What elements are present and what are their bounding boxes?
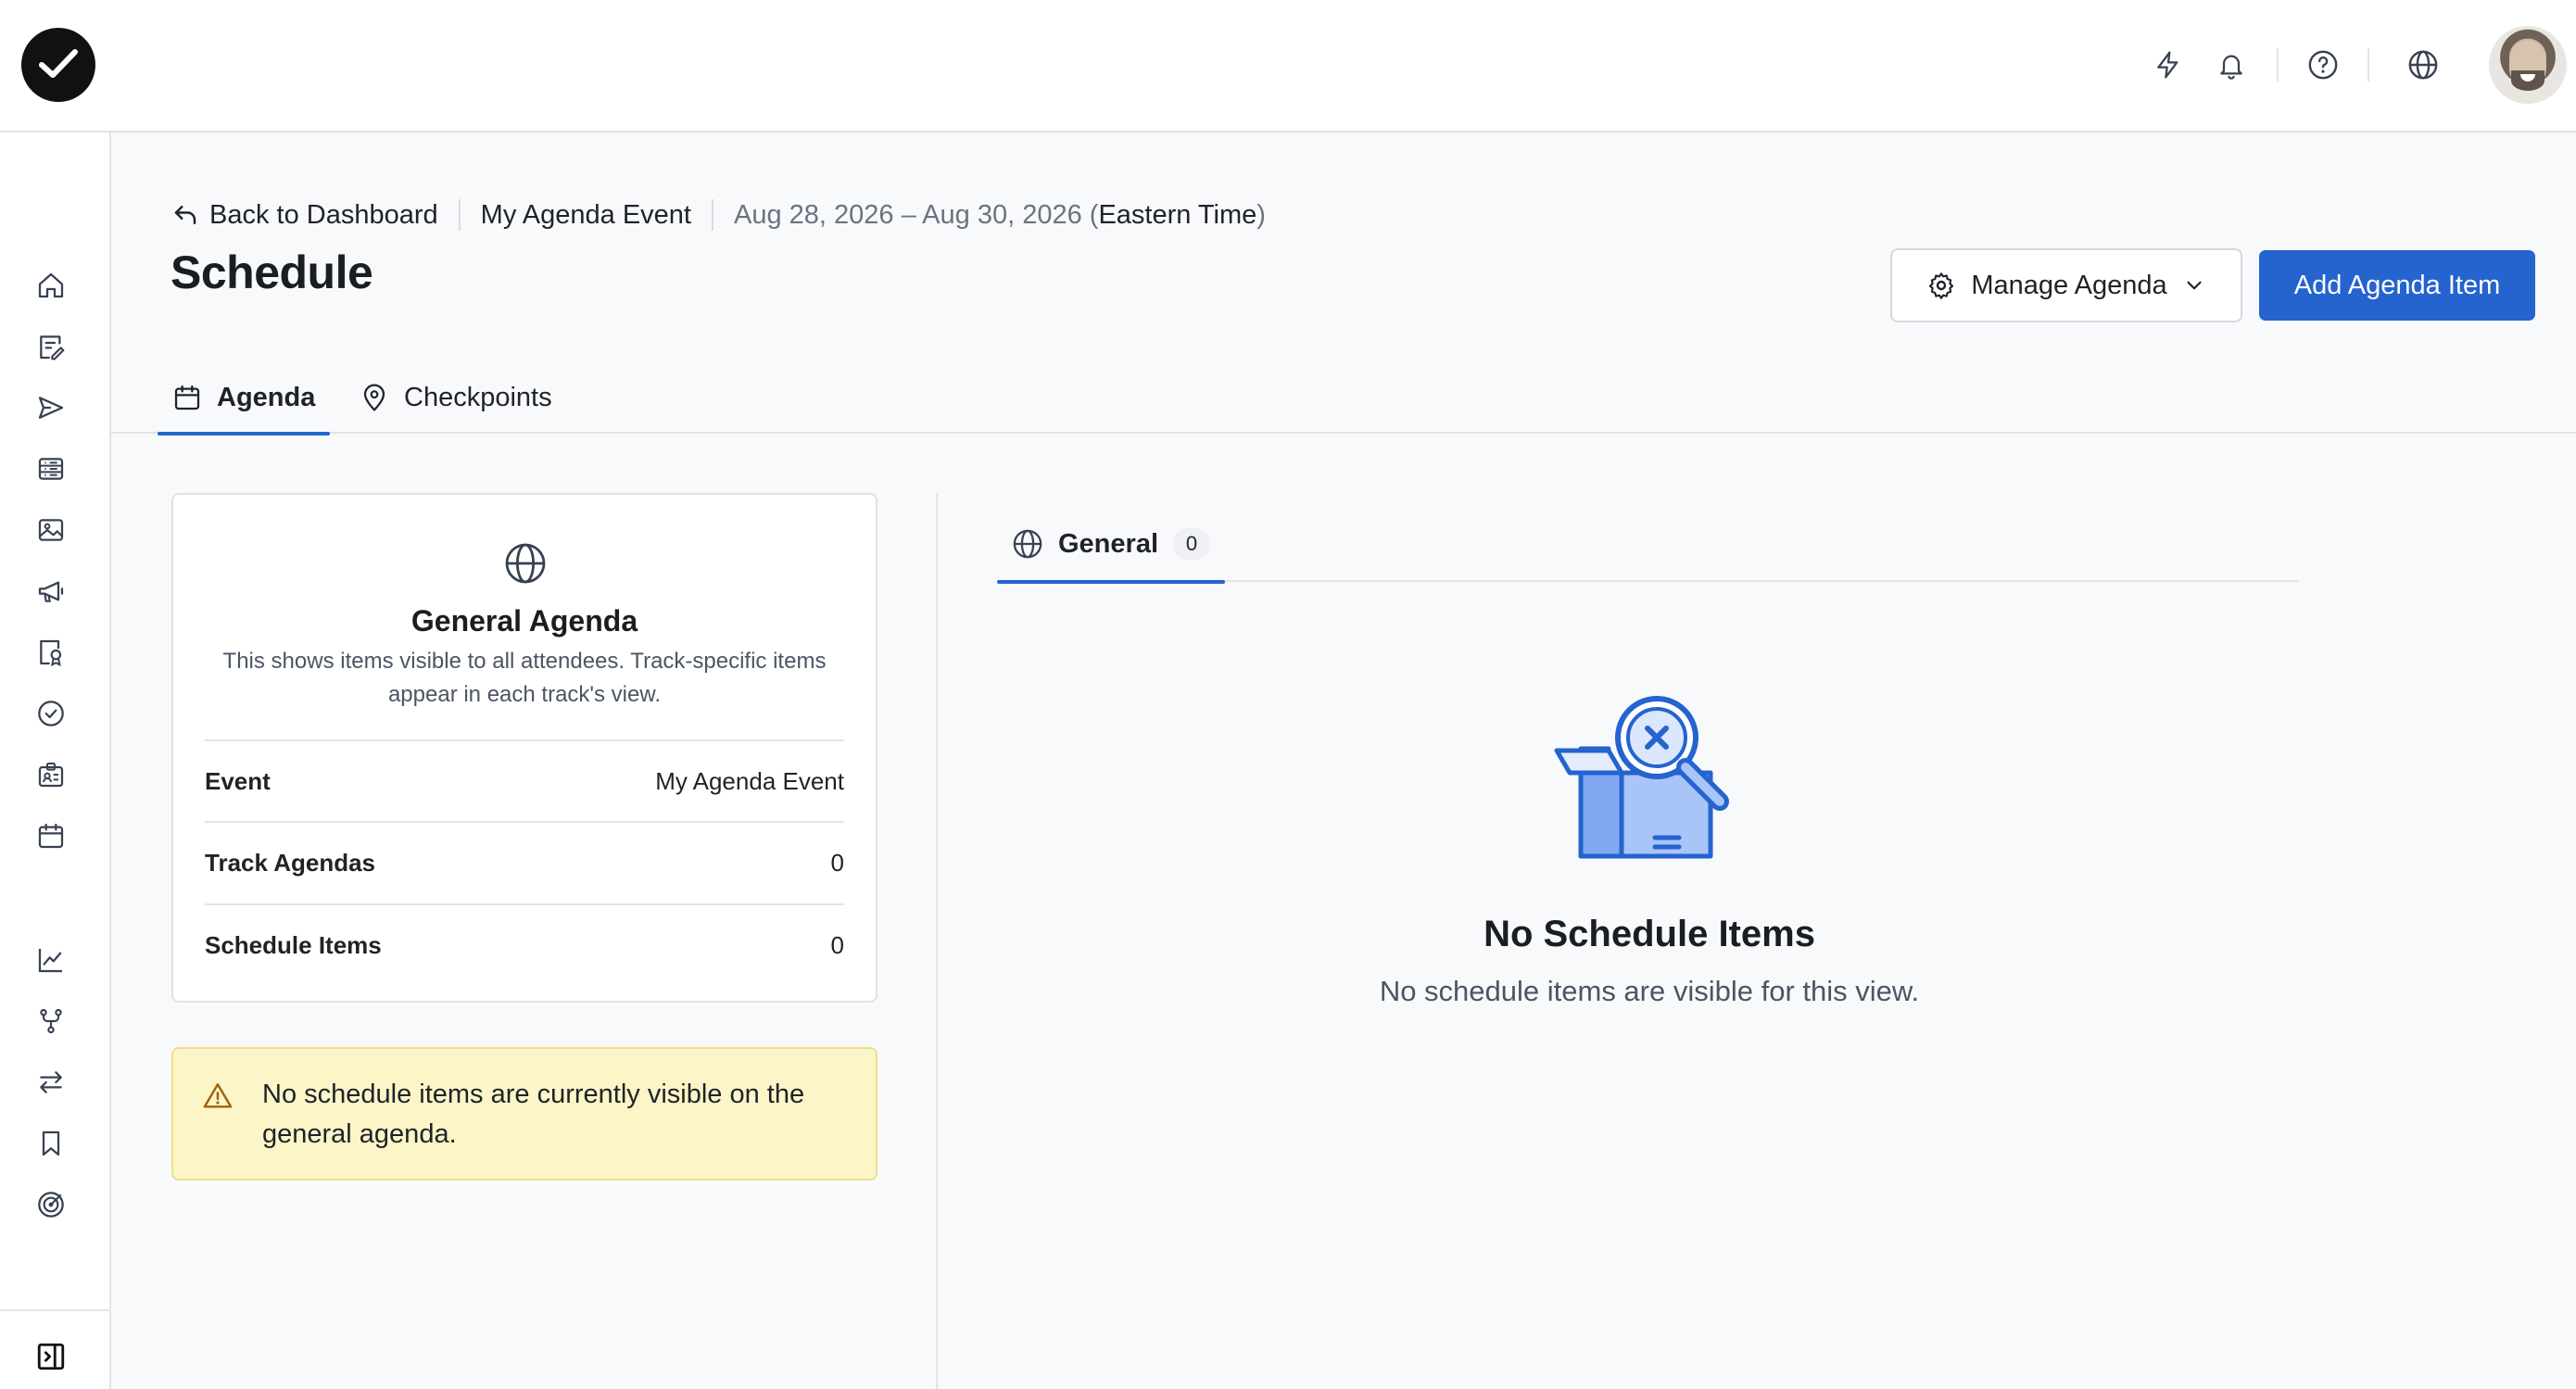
warning-icon	[201, 1080, 234, 1112]
image-icon[interactable]	[33, 512, 69, 548]
info-row-event: Event My Agenda Event	[205, 739, 844, 821]
tab-agenda[interactable]: Agenda	[157, 361, 331, 436]
divider	[711, 199, 713, 231]
info-row-schedule-items: Schedule Items 0	[205, 903, 844, 985]
chevron-down-icon	[2182, 273, 2206, 297]
tab-checkpoints[interactable]: Checkpoints	[360, 361, 552, 434]
top-bar	[0, 0, 2576, 133]
row-key: Schedule Items	[205, 930, 382, 959]
help-icon[interactable]	[2305, 46, 2342, 83]
calendar-icon	[172, 383, 202, 412]
sidebar-toggle-icon[interactable]	[33, 1339, 69, 1374]
globe-icon	[1012, 528, 1043, 560]
check-circle-icon[interactable]	[33, 696, 69, 731]
back-label: Back to Dashboard	[209, 199, 438, 230]
row-key: Track Agendas	[205, 848, 376, 877]
calendar-icon[interactable]	[33, 818, 69, 853]
badge-search-icon[interactable]	[33, 635, 69, 670]
branch-icon[interactable]	[33, 1004, 69, 1039]
edit-list-icon[interactable]	[33, 329, 69, 364]
megaphone-icon[interactable]	[33, 574, 69, 609]
id-card-icon[interactable]	[33, 757, 69, 792]
gear-icon	[1926, 271, 1956, 300]
list-icon[interactable]	[33, 451, 69, 486]
empty-state-title: No Schedule Items	[1484, 914, 1815, 954]
lightning-icon[interactable]	[2150, 46, 2187, 83]
row-value: 0	[830, 848, 844, 877]
row-key: Event	[205, 766, 271, 795]
swap-icon[interactable]	[33, 1065, 69, 1100]
row-value: My Agenda Event	[655, 766, 844, 795]
warning-text: No schedule items are currently visible …	[262, 1080, 805, 1149]
bell-icon[interactable]	[2213, 46, 2250, 83]
info-row-track-agendas: Track Agendas 0	[205, 821, 844, 903]
bookmark-icon[interactable]	[33, 1126, 69, 1161]
map-pin-icon	[360, 383, 389, 412]
card-title: General Agenda	[410, 604, 638, 638]
close-paren: )	[1256, 199, 1266, 230]
send-icon[interactable]	[33, 390, 69, 425]
tab-checkpoints-label: Checkpoints	[404, 382, 552, 412]
empty-state-subtitle: No schedule items are visible for this v…	[1379, 975, 1920, 1007]
count-badge: 0	[1173, 527, 1210, 561]
tab-general[interactable]: General 0	[997, 506, 1225, 584]
manage-agenda-button[interactable]: Manage Agenda	[1890, 248, 2242, 322]
globe-icon	[503, 541, 548, 586]
warning-banner: No schedule items are currently visible …	[171, 1047, 878, 1181]
general-agenda-card: General Agenda This shows items visible …	[171, 493, 878, 1003]
divider	[0, 1309, 109, 1311]
tab-general-label: General	[1058, 528, 1158, 559]
page-title: Schedule	[170, 246, 373, 298]
row-value: 0	[830, 930, 844, 959]
back-to-dashboard-link[interactable]: Back to Dashboard	[170, 200, 438, 231]
back-arrow-icon	[170, 201, 200, 229]
divider	[2277, 48, 2279, 82]
divider	[2368, 48, 2369, 82]
home-icon[interactable]	[33, 268, 69, 303]
card-description: This shows items visible to all attendee…	[222, 649, 827, 707]
event-timezone: Eastern Time	[1098, 199, 1257, 230]
add-agenda-item-button[interactable]: Add Agenda Item	[2259, 250, 2535, 321]
avatar[interactable]	[2489, 26, 2567, 104]
manage-agenda-label: Manage Agenda	[1971, 270, 2167, 300]
globe-icon[interactable]	[2405, 46, 2442, 83]
logo-check-icon[interactable]	[21, 28, 95, 102]
track-tab-bar: General 0	[997, 506, 2299, 584]
event-name: My Agenda Event	[480, 199, 691, 230]
sidebar	[0, 133, 111, 1389]
divider	[936, 493, 938, 1389]
target-icon[interactable]	[33, 1187, 69, 1222]
chart-icon[interactable]	[33, 942, 69, 978]
tab-agenda-label: Agenda	[217, 382, 316, 412]
empty-box-search-icon	[1553, 693, 1738, 860]
divider	[458, 199, 461, 231]
event-dates: Aug 28, 2026 – Aug 30, 2026 (	[733, 199, 1099, 230]
breadcrumb: Back to Dashboard My Agenda Event Aug 28…	[170, 196, 1266, 234]
tab-bar: Agenda Checkpoints	[111, 361, 2576, 436]
